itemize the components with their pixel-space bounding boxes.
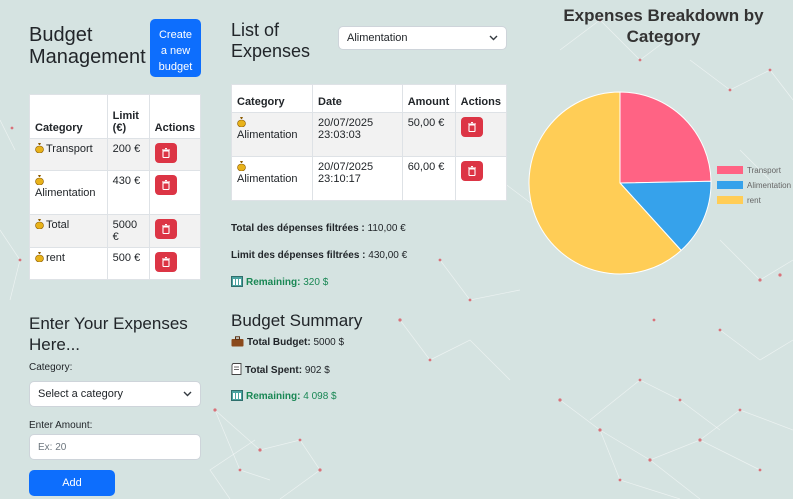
budget-limit-cell: 200 € [106, 138, 150, 171]
budget-section: Budget Management [29, 24, 146, 68]
legend-swatch-rent[interactable] [717, 196, 743, 204]
expense-amount-cell: 50,00 € [401, 112, 456, 157]
budget-table: Category Limit (€) Actions Transport 200 … [29, 94, 202, 280]
legend-label-alimentation[interactable]: Alimentation [747, 181, 791, 190]
expense-category-cell: Alimentation [230, 112, 314, 157]
delete-budget-button[interactable] [154, 252, 177, 272]
table-row: Transport 200 € [29, 138, 202, 171]
bank-icon [231, 276, 243, 292]
money-bag-icon [35, 252, 44, 263]
add-expense-button[interactable]: Add [29, 470, 115, 496]
money-bag-icon [237, 161, 246, 172]
money-bag-icon [35, 175, 44, 186]
budget-title: Budget Management [29, 24, 146, 68]
chevron-down-icon [489, 35, 498, 41]
legend-swatch-transport[interactable] [717, 166, 743, 174]
limit-filtered-line: Limit des dépenses filtrées : 430,00 € [231, 250, 408, 261]
table-row: Alimentation 20/07/2025 23:03:03 50,00 € [230, 112, 508, 157]
total-filtered-line: Total des dépenses filtrées : 110,00 € [231, 223, 406, 234]
money-bag-icon [237, 117, 246, 128]
trash-icon [161, 224, 170, 234]
budget-limit-cell: 430 € [106, 170, 150, 215]
summary-title: Budget Summary [231, 311, 363, 330]
expense-date-cell: 20/07/2025 23:10:17 [312, 156, 403, 201]
expenses-section: List of Expenses [231, 20, 310, 62]
legend-label-transport[interactable]: Transport [747, 166, 782, 175]
budget-category-cell: Alimentation [29, 170, 108, 215]
create-budget-button[interactable]: Create a new budget [150, 19, 201, 77]
expense-actions-cell [454, 112, 508, 157]
expenses-header-category: Category [230, 84, 314, 113]
chevron-down-icon [183, 391, 192, 397]
pie-slice-transport[interactable] [619, 91, 712, 184]
receipt-icon [231, 363, 242, 380]
expenses-title: List of Expenses [231, 20, 311, 61]
budget-actions-cell [148, 138, 202, 171]
total-spent-line: Total Spent: 902 $ [231, 363, 330, 380]
budget-limit-cell: 500 € [106, 247, 150, 280]
budget-header-limit: Limit (€) [106, 94, 150, 139]
bank-icon [231, 390, 243, 406]
total-budget-line: Total Budget: 5000 $ [231, 336, 344, 352]
budget-category-cell: Total [29, 214, 108, 248]
expenses-header-date: Date [312, 84, 403, 113]
table-row: rent 500 € [29, 247, 202, 280]
budget-header-actions: Actions [148, 94, 202, 139]
trash-icon [467, 166, 476, 176]
table-row: Alimentation 20/07/2025 23:10:17 60,00 € [230, 156, 508, 201]
category-label: Category: [29, 362, 73, 373]
money-bag-icon [35, 219, 44, 230]
budget-actions-cell [148, 170, 202, 215]
expense-form-section: Enter Your Expenses Here... [29, 313, 188, 355]
pie-chart: Transport Alimentation rent [528, 91, 791, 275]
trash-icon [161, 257, 170, 267]
legend-label-rent[interactable]: rent [747, 196, 762, 205]
budget-header-category: Category [29, 94, 108, 139]
delete-expense-button[interactable] [460, 161, 483, 181]
delete-expense-button[interactable] [460, 117, 483, 137]
budget-category-cell: Transport [29, 138, 108, 171]
summary-remaining-line: Remaining: 4 098 $ [231, 390, 337, 406]
table-row: Alimentation 430 € [29, 170, 202, 215]
budget-category-cell: rent [29, 247, 108, 280]
delete-budget-button[interactable] [154, 219, 177, 239]
trash-icon [467, 122, 476, 132]
delete-budget-button[interactable] [154, 143, 177, 163]
briefcase-icon [231, 336, 244, 352]
expense-actions-cell [454, 156, 508, 201]
expense-form-title: Enter Your Expenses Here... [29, 314, 188, 354]
budget-actions-cell [148, 247, 202, 280]
trash-icon [161, 148, 170, 158]
expenses-header-amount: Amount [401, 84, 456, 113]
money-bag-icon [35, 143, 44, 154]
expense-amount-cell: 60,00 € [401, 156, 456, 201]
expense-filter-select[interactable]: Alimentation [338, 26, 507, 50]
expenses-table: Category Date Amount Actions Alimentatio… [230, 84, 508, 201]
expense-date-cell: 20/07/2025 23:03:03 [312, 112, 403, 157]
amount-label: Enter Amount: [29, 420, 93, 431]
amount-input[interactable]: Ex: 20 [29, 434, 201, 460]
delete-budget-button[interactable] [154, 175, 177, 195]
table-row: Total 5000 € [29, 214, 202, 248]
legend-swatch-alimentation[interactable] [717, 181, 743, 189]
expenses-header-actions: Actions [454, 84, 508, 113]
budget-actions-cell [148, 214, 202, 248]
category-select[interactable]: Select a category [29, 381, 201, 407]
trash-icon [161, 180, 170, 190]
budget-limit-cell: 5000 € [106, 214, 150, 248]
expense-category-cell: Alimentation [230, 156, 314, 201]
chart-title: Expenses Breakdown by Category [563, 6, 764, 46]
filtered-remaining-line: Remaining: 320 $ [231, 276, 328, 292]
